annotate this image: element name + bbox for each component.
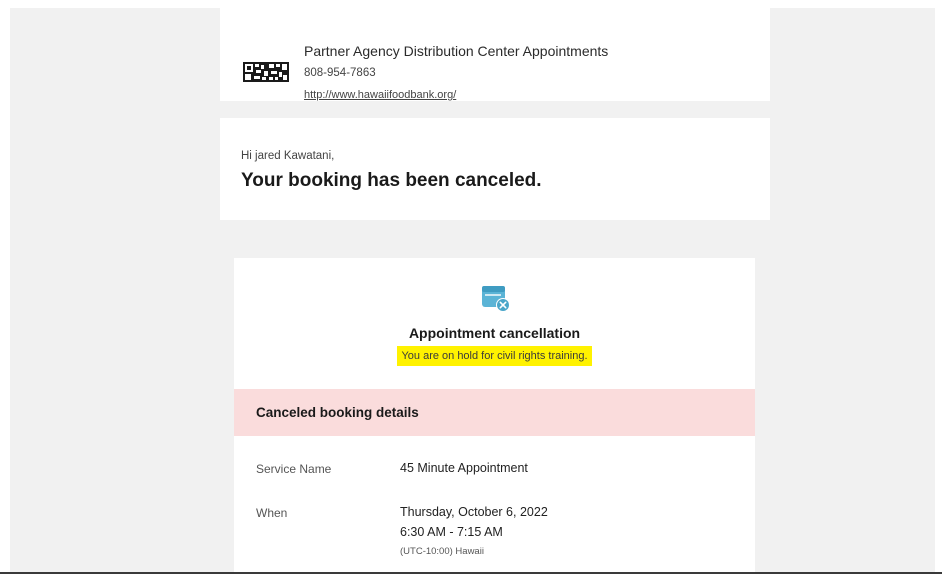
cancellation-title: Appointment cancellation — [408, 325, 581, 341]
when-date-value: Thursday, October 6, 2022 — [400, 505, 548, 519]
when-time-value: 6:30 AM - 7:15 AM — [400, 525, 503, 539]
canceled-details-heading: Canceled booking details — [256, 405, 419, 420]
calendar-cancel-icon — [481, 283, 511, 313]
hold-note-highlighted: You are on hold for civil rights trainin… — [397, 346, 592, 366]
service-name-label: Service Name — [256, 462, 332, 476]
header-card: Partner Agency Distribution Center Appoi… — [220, 8, 770, 101]
canceled-details-banner: Canceled booking details — [234, 389, 755, 436]
bottom-divider — [0, 572, 942, 574]
when-timezone-value: (UTC-10:00) Hawaii — [400, 546, 484, 557]
greeting-card: Hi jared Kawatani, Your booking has been… — [220, 118, 770, 220]
organization-website-link[interactable]: http://www.hawaiifoodbank.org/ — [304, 89, 456, 101]
greeting-salutation: Hi jared Kawatani, — [241, 150, 335, 162]
qr-code-logo-icon — [242, 60, 290, 84]
organization-phone[interactable]: 808-954-7863 — [304, 67, 376, 79]
hold-note-wrapper: You are on hold for civil rights trainin… — [234, 346, 755, 366]
booking-canceled-headline: Your booking has been canceled. — [241, 170, 542, 191]
when-label: When — [256, 506, 288, 520]
service-name-value: 45 Minute Appointment — [400, 461, 528, 475]
organization-name: Partner Agency Distribution Center Appoi… — [304, 43, 609, 59]
cancellation-detail-card: Appointment cancellation You are on hold… — [234, 258, 755, 572]
